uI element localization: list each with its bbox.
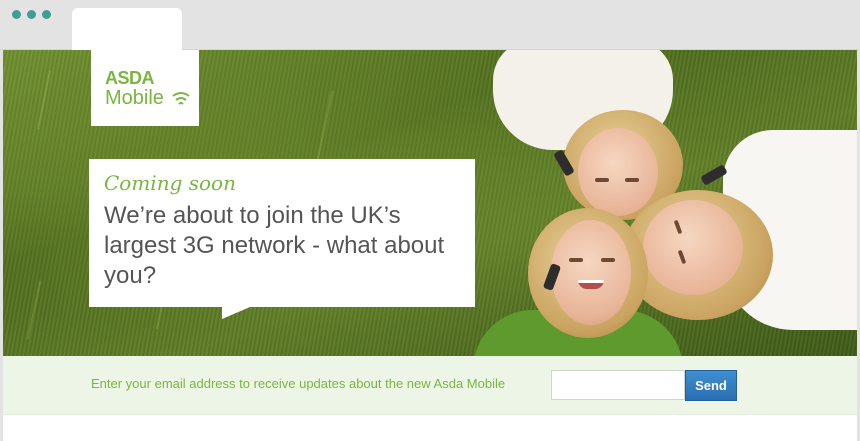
logo-product-text: Mobile bbox=[105, 87, 164, 109]
page-footer-area bbox=[3, 414, 857, 441]
logo-brand-text: ASDA bbox=[105, 68, 155, 88]
hero-headline: We’re about to join the UK’s largest 3G … bbox=[104, 202, 445, 289]
email-signup-bar: Enter your email address to receive upda… bbox=[3, 356, 857, 414]
signup-prompt: Enter your email address to receive upda… bbox=[91, 376, 506, 391]
send-button[interactable]: Send bbox=[685, 370, 737, 401]
window-control-dot-icon[interactable] bbox=[12, 10, 21, 19]
speech-bubble-tail bbox=[222, 307, 250, 319]
speech-bubble: Coming soon We’re about to join the UK’s… bbox=[89, 159, 475, 307]
email-input[interactable] bbox=[551, 370, 685, 400]
window-control-dot-icon[interactable] bbox=[27, 10, 36, 19]
signal-waves-icon bbox=[172, 92, 190, 105]
browser-tab[interactable] bbox=[72, 8, 182, 50]
window-control-dot-icon[interactable] bbox=[42, 10, 51, 19]
browser-chrome bbox=[0, 0, 860, 50]
asda-mobile-logo[interactable]: ASDA Mobile bbox=[91, 50, 199, 126]
coming-soon-label: Coming soon bbox=[104, 171, 236, 195]
